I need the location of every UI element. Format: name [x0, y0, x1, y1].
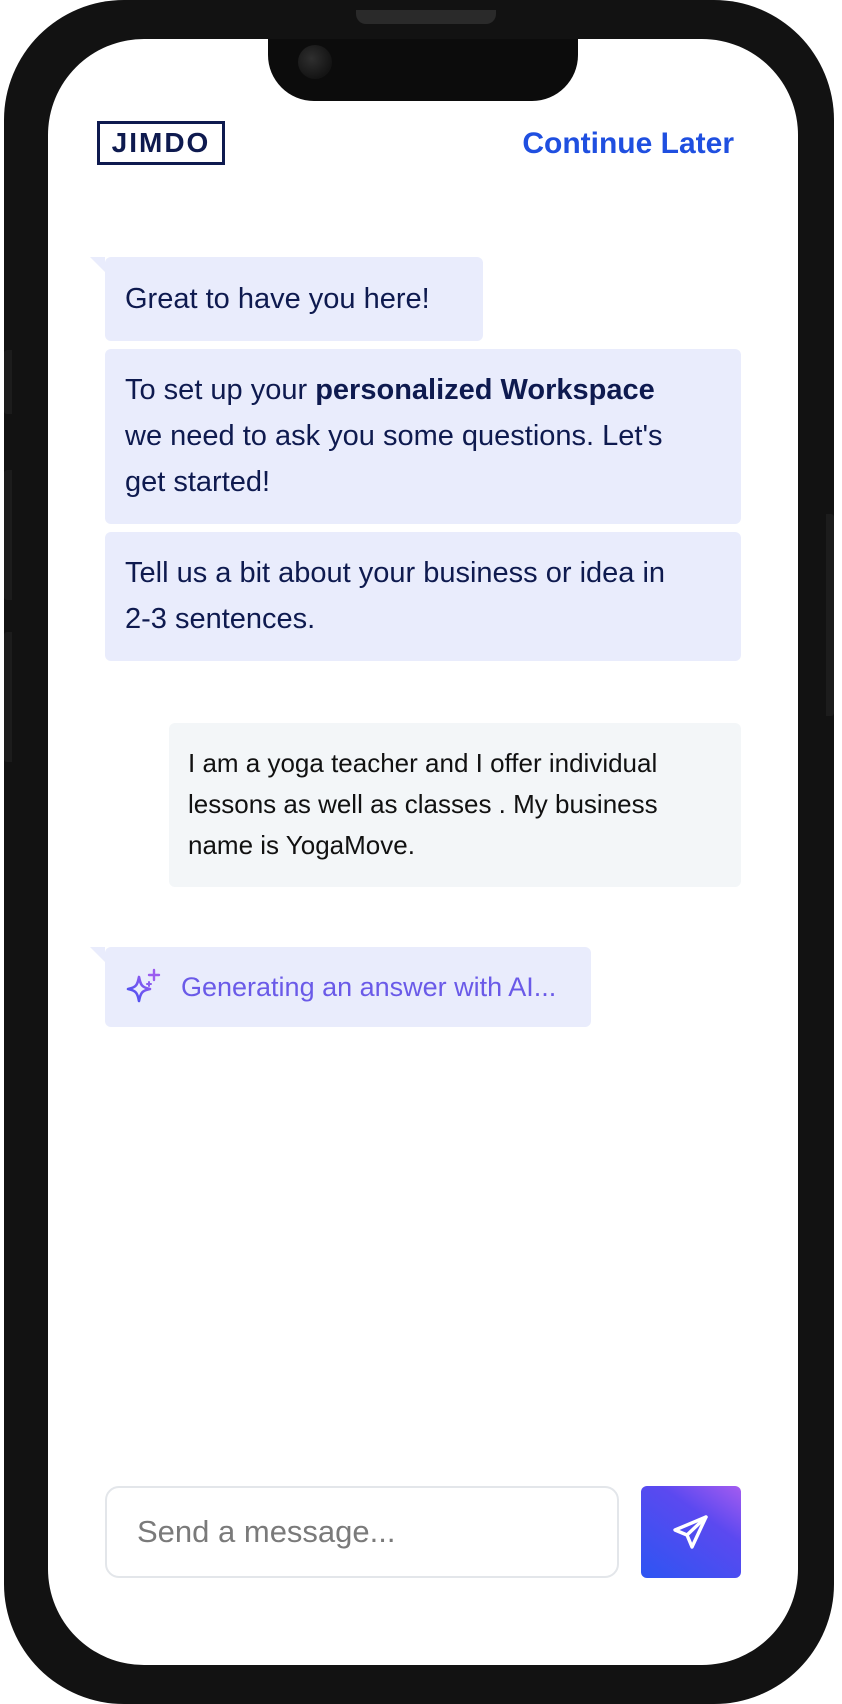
- speaker-grille: [356, 10, 496, 24]
- volume-down-button: [4, 632, 12, 762]
- bot-message-text: get started!: [125, 466, 271, 498]
- front-camera: [298, 45, 332, 79]
- ai-status-message: Generating an answer with AI...: [90, 947, 591, 1027]
- volume-up-button: [4, 470, 12, 600]
- bot-message-text: To set up your: [125, 374, 316, 406]
- sparkle-icon: [126, 968, 161, 1003]
- screen: JIMDO Continue Later Great to have you h…: [48, 39, 798, 1665]
- user-message-text: name is YogaMove.: [188, 830, 415, 860]
- user-message-text: I am a yoga teacher and I offer individu…: [188, 748, 658, 778]
- bot-message-text: we need to ask you some questions. Let's: [125, 420, 663, 452]
- mute-switch: [4, 350, 12, 414]
- user-message-text: lessons as well as classes . My business: [188, 789, 658, 819]
- user-message: I am a yoga teacher and I offer individu…: [169, 723, 741, 887]
- logo-text: JIMDO: [111, 127, 211, 158]
- bot-message-text: Great to have you here!: [125, 283, 430, 315]
- bot-message-welcome: Great to have you here!: [90, 257, 483, 341]
- bot-message-bold-text: personalized Workspace: [315, 374, 655, 406]
- continue-later-link[interactable]: Continue Later: [522, 127, 734, 161]
- jimdo-logo: JIMDO: [97, 121, 225, 165]
- power-button: [826, 514, 834, 716]
- send-button[interactable]: [641, 1486, 741, 1578]
- ai-status-text: Generating an answer with AI...: [181, 971, 557, 1002]
- bot-message-text: 2-3 sentences.: [125, 603, 316, 635]
- notch: [268, 39, 578, 101]
- message-input-placeholder: Send a message...: [137, 1514, 396, 1549]
- bubble-tail: [90, 257, 105, 272]
- bot-message-question: Tell us a bit about your business or ide…: [105, 532, 741, 661]
- bot-message-intro: To set up your personalized Workspace we…: [105, 349, 741, 524]
- paper-plane-icon: [673, 1515, 708, 1549]
- bot-message-text: Tell us a bit about your business or ide…: [125, 557, 666, 589]
- message-input[interactable]: Send a message...: [105, 1486, 619, 1578]
- bubble-tail: [90, 947, 105, 962]
- phone-frame: JIMDO Continue Later Great to have you h…: [4, 0, 834, 1704]
